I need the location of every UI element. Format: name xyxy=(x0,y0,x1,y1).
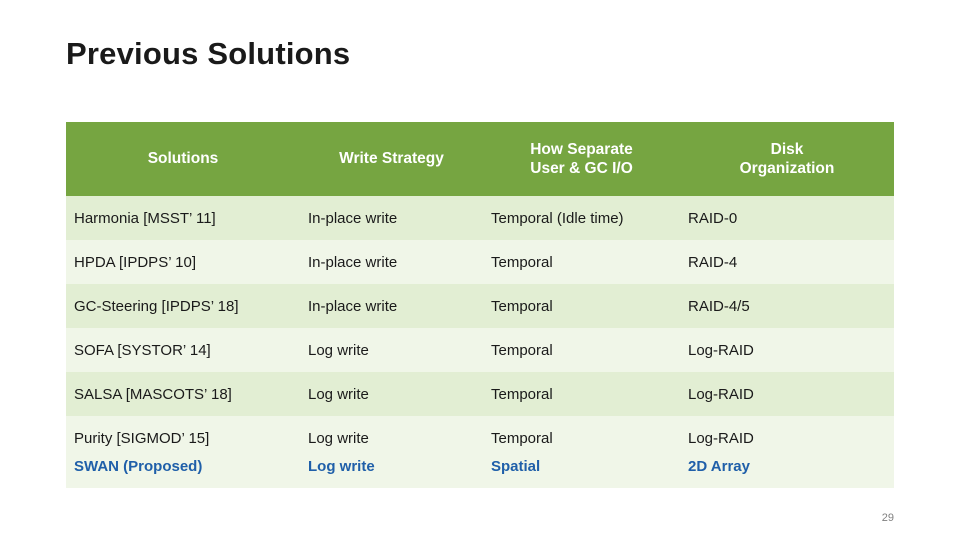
column-header-solutions-line1: Solutions xyxy=(147,150,219,168)
column-header-solutions: Solutions xyxy=(66,122,300,196)
table-row: Harmonia [MSST’ 11] In-place write Tempora… xyxy=(66,196,894,240)
cell-separation: Temporal xyxy=(483,284,680,328)
cell-disk-organization: Log-RAID xyxy=(680,372,894,416)
page-title: Previous Solutions xyxy=(66,36,351,71)
cell-separation: Temporal xyxy=(483,240,680,284)
column-header-disk-organization-line2: Organization xyxy=(739,160,835,177)
cell-solution: GC-Steering [IPDPS’ 18] xyxy=(66,284,300,328)
table-row: GC-Steering [IPDPS’ 18] In-place write Tem… xyxy=(66,284,894,328)
cell-separation: Temporal xyxy=(483,372,680,416)
table-row: Purity [SIGMOD’ 15] Log write Temporal Log-… xyxy=(66,416,894,452)
cell-write-strategy: Log write xyxy=(300,328,483,372)
slide-page-number: 29 xyxy=(881,512,894,524)
cell-separation: Temporal xyxy=(483,416,680,452)
column-header-separation-line2: User & GC I/O xyxy=(530,160,633,177)
previous-solutions-table: Solutions Write Strategy How Separate Us… xyxy=(66,122,894,488)
cell-disk-organization: Log-RAID xyxy=(680,328,894,372)
column-header-disk-organization-line1: Disk xyxy=(770,140,804,158)
cell-write-strategy: Log write xyxy=(300,452,483,488)
cell-separation: Temporal (Idle time) xyxy=(483,196,680,240)
cell-solution: SWAN (Proposed) xyxy=(66,452,300,488)
cell-write-strategy: Log write xyxy=(300,372,483,416)
cell-solution: SALSA [MASCOTS’ 18] xyxy=(66,372,300,416)
cell-disk-organization: RAID-4 xyxy=(680,240,894,284)
cell-solution: Purity [SIGMOD’ 15] xyxy=(66,416,300,452)
column-header-write-strategy-line1: Write Strategy xyxy=(339,150,444,168)
cell-disk-organization: Log-RAID xyxy=(680,416,894,452)
cell-solution: Harmonia [MSST’ 11] xyxy=(66,196,300,240)
table-header-row: Solutions Write Strategy How Separate Us… xyxy=(66,122,894,196)
cell-write-strategy: In-place write xyxy=(300,284,483,328)
table-row: SALSA [MASCOTS’ 18] Log write Temporal Log-… xyxy=(66,372,894,416)
table-row: SWAN (Proposed) Log write Spatial 2D Array xyxy=(66,452,894,488)
column-header-disk-organization: Disk Organization xyxy=(680,122,894,196)
column-header-separation: How Separate User & GC I/O xyxy=(483,122,680,196)
cell-disk-organization: RAID-0 xyxy=(680,196,894,240)
cell-write-strategy: Log write xyxy=(300,416,483,452)
cell-write-strategy: In-place write xyxy=(300,196,483,240)
column-header-write-strategy: Write Strategy xyxy=(300,122,483,196)
column-header-separation-line1: How Separate xyxy=(530,140,633,158)
cell-separation: Temporal xyxy=(483,328,680,372)
cell-disk-organization: 2D Array xyxy=(680,452,894,488)
cell-solution: SOFA [SYSTOR’ 14] xyxy=(66,328,300,372)
cell-write-strategy: In-place write xyxy=(300,240,483,284)
cell-solution: HPDA [IPDPS’ 10] xyxy=(66,240,300,284)
cell-disk-organization: RAID-4/5 xyxy=(680,284,894,328)
table-row: SOFA [SYSTOR’ 14] Log write Temporal Log-RA… xyxy=(66,328,894,372)
cell-separation: Spatial xyxy=(483,452,680,488)
table-row: HPDA [IPDPS’ 10] In-place write Temporal RA… xyxy=(66,240,894,284)
